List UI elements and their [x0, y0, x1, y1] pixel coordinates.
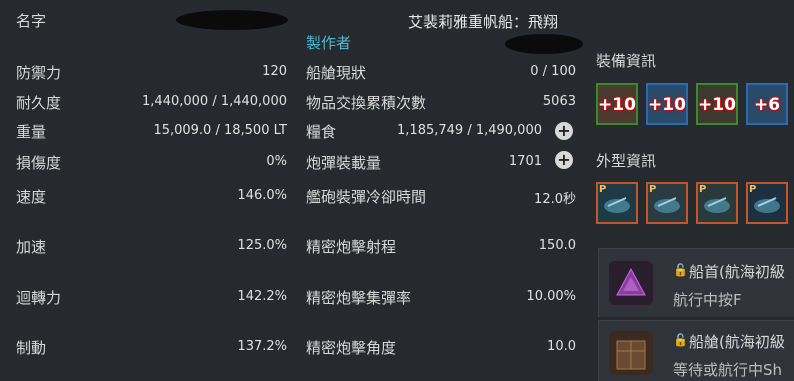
add-food-button[interactable]: + [555, 122, 573, 140]
ship-bow-icon[interactable]: +10 [596, 83, 638, 125]
figurehead-skin-icon[interactable]: P [646, 182, 688, 224]
cannon-skin-icon[interactable]: P [696, 182, 738, 224]
bow-skill-icon [609, 261, 653, 305]
stat-value: 5063 [542, 94, 576, 109]
enchant-level: +10 [648, 95, 686, 115]
add-cannonball-button[interactable]: + [555, 151, 573, 169]
stat-value: 137.2% [237, 339, 287, 354]
sail-skin-icon[interactable]: P [746, 182, 788, 224]
skill-desc: 等待或航行中Sh [673, 361, 783, 379]
stat-value: 1,185,749 / 1,490,000 [397, 123, 542, 138]
stat-label: 制動 [16, 339, 47, 357]
stat-value: 0 / 100 [530, 64, 576, 79]
stat-value: 1701 [508, 154, 542, 169]
stat-value: 10.00% [526, 289, 576, 304]
stat-value: 10.0 [547, 339, 576, 354]
stat-label: 艦砲裝彈冷卻時間 [306, 188, 427, 206]
maker-label: 製作者 [306, 34, 352, 52]
stat-label: 防禦力 [16, 64, 62, 82]
hull-paint-icon[interactable]: P [596, 182, 638, 224]
premium-badge: P [749, 184, 757, 195]
stat-value: 1,440,000 / 1,440,000 [142, 94, 287, 109]
equipment-title: 裝備資訊 [596, 52, 657, 70]
stat-label: 炮彈裝載量 [306, 154, 382, 172]
premium-badge: P [649, 184, 657, 195]
stat-value: 0% [266, 154, 287, 169]
premium-badge: P [599, 184, 607, 195]
stat-value: 142.2% [237, 289, 287, 304]
stat-label: 物品交換累積次數 [306, 94, 427, 112]
stat-label: 耐久度 [16, 94, 62, 112]
ship-name: 艾裴莉雅重帆船：飛翔 [408, 13, 559, 31]
skill-card-cabin[interactable]: 🔓 船艙(航海初級 等待或航行中Sh [598, 320, 794, 381]
lock-icon: 🔓 [673, 333, 688, 347]
stat-value: 125.0% [237, 238, 287, 253]
stat-value: 120 [262, 64, 287, 79]
enchant-level: +10 [698, 95, 736, 115]
lock-icon: 🔓 [673, 263, 688, 277]
enchant-level: +10 [598, 95, 636, 115]
stat-label: 損傷度 [16, 154, 62, 172]
enchant-level: +6 [753, 95, 781, 115]
stat-value: 12.0秒 [534, 192, 576, 207]
stat-label: 糧食 [306, 123, 337, 141]
redacted-maker-name [505, 34, 583, 54]
stat-value: 150.0 [538, 238, 576, 253]
stat-label: 船艙現狀 [306, 64, 367, 82]
skill-title: 船首(航海初級 [689, 263, 785, 281]
skill-desc: 航行中按F [673, 291, 742, 309]
stat-value: 146.0% [237, 188, 287, 203]
stat-value: 15,009.0 / 18,500 LT [153, 123, 287, 138]
skill-card-bow[interactable]: 🔓 船首(航海初級 航行中按F [598, 248, 794, 317]
name-label: 名字 [16, 12, 47, 30]
stat-label: 精密炮擊射程 [306, 238, 397, 256]
stat-label: 加速 [16, 238, 47, 256]
stat-label: 速度 [16, 188, 47, 206]
ship-sail-icon[interactable]: +6 [746, 83, 788, 125]
appearance-title: 外型資訊 [596, 152, 657, 170]
redacted-owner-name [176, 10, 288, 30]
ship-statue-icon[interactable]: +10 [646, 83, 688, 125]
premium-badge: P [699, 184, 707, 195]
stat-label: 迴轉力 [16, 289, 62, 307]
stat-label: 精密炮擊集彈率 [306, 289, 412, 307]
stat-label: 重量 [16, 123, 47, 141]
skill-title: 船艙(航海初級 [689, 333, 785, 351]
ship-cannon-icon[interactable]: +10 [696, 83, 738, 125]
stat-label: 精密炮擊角度 [306, 339, 397, 357]
cabin-skill-icon [609, 331, 653, 375]
